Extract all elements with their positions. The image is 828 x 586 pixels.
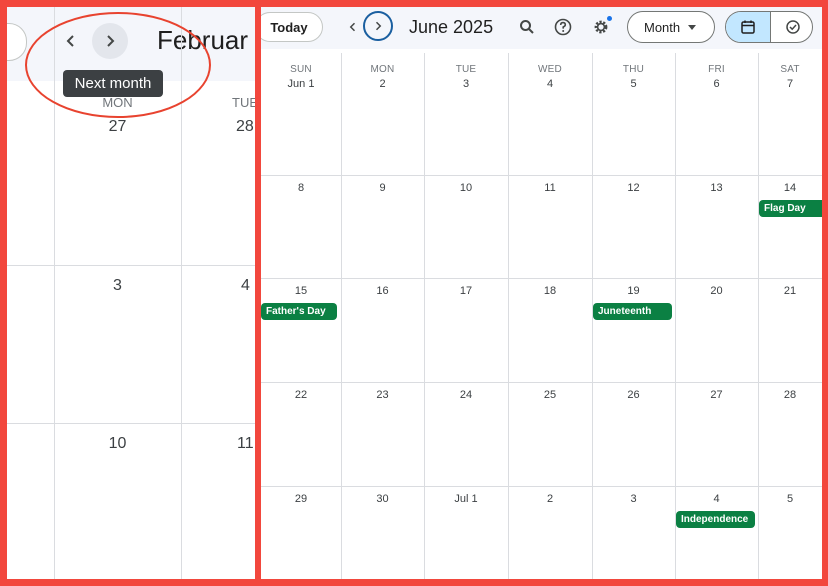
event-chip[interactable]: Flag Day	[759, 200, 822, 217]
app-switcher	[725, 11, 813, 43]
day-number[interactable]: 6	[675, 78, 758, 90]
day-number[interactable]: 7	[758, 78, 822, 90]
chevron-right-icon	[375, 21, 382, 31]
day-number[interactable]: 25	[508, 389, 592, 401]
day-number[interactable]: 28	[236, 118, 254, 136]
dow-label: THU	[622, 64, 645, 75]
dropdown-arrow-icon	[688, 25, 696, 30]
event-chip[interactable]: Independence	[676, 511, 755, 528]
prev-month-button[interactable]	[343, 17, 363, 37]
day-number[interactable]: 20	[675, 285, 758, 297]
day-number[interactable]: 14	[758, 182, 822, 194]
grid-line	[261, 175, 822, 176]
search-button[interactable]	[517, 17, 537, 37]
grid-line	[7, 423, 255, 424]
day-number[interactable]: 4	[508, 78, 592, 90]
day-number[interactable]: 4	[241, 277, 250, 295]
view-selector[interactable]: Month	[627, 11, 715, 43]
today-button[interactable]: Today	[261, 12, 323, 42]
dow-label: FRI	[708, 64, 725, 75]
day-number[interactable]: 8	[261, 182, 341, 194]
day-number[interactable]: 23	[341, 389, 424, 401]
grid-line	[261, 382, 822, 383]
settings-button[interactable]	[590, 16, 612, 37]
dow-label: SUN	[290, 64, 312, 75]
notification-dot	[607, 16, 612, 21]
right-calendar-panel: Today June 2025 Month SUN MON TUE WED THU FRI…	[261, 7, 822, 579]
day-number[interactable]: 21	[758, 285, 822, 297]
day-number[interactable]: Jun 1	[261, 78, 341, 90]
dow-label: MON	[370, 64, 395, 75]
day-number[interactable]: 24	[424, 389, 508, 401]
task-check-icon	[785, 20, 800, 34]
day-number[interactable]: 9	[341, 182, 424, 194]
day-number[interactable]: 2	[508, 493, 592, 505]
day-number[interactable]: 2	[341, 78, 424, 90]
day-number[interactable]: 11	[508, 182, 592, 194]
dow-label: TUE	[232, 95, 255, 110]
day-number[interactable]: 12	[592, 182, 675, 194]
day-number[interactable]: Jul 1	[424, 493, 508, 505]
dow-label: TUE	[455, 64, 477, 75]
help-button[interactable]	[553, 17, 573, 37]
dow-label: WED	[538, 64, 562, 75]
chevron-left-icon	[349, 22, 356, 32]
view-selector-label: Month	[644, 20, 681, 35]
search-icon	[520, 20, 534, 34]
calendar-view-button[interactable]	[726, 12, 770, 42]
day-number[interactable]: 13	[675, 182, 758, 194]
day-number[interactable]: 3	[424, 78, 508, 90]
day-number[interactable]: 28	[758, 389, 822, 401]
calendar-icon	[741, 20, 755, 34]
day-number[interactable]: 17	[424, 285, 508, 297]
day-number[interactable]: 19	[592, 285, 675, 297]
day-number[interactable]: 3	[592, 493, 675, 505]
month-title: June 2025	[409, 17, 494, 37]
annotation-ring	[25, 12, 211, 118]
day-number[interactable]: 22	[261, 389, 341, 401]
day-number[interactable]: 5	[758, 493, 822, 505]
day-number[interactable]: 27	[675, 389, 758, 401]
event-chip[interactable]: Father's Day	[261, 303, 337, 320]
day-number[interactable]: 10	[424, 182, 508, 194]
grid-line	[261, 278, 822, 279]
day-number[interactable]: 11	[237, 435, 254, 453]
day-number[interactable]: 29	[261, 493, 341, 505]
day-number[interactable]: 16	[341, 285, 424, 297]
day-number[interactable]: 4	[675, 493, 758, 505]
event-chip[interactable]: Juneteenth	[593, 303, 672, 320]
day-number[interactable]: 18	[508, 285, 592, 297]
dow-label: SAT	[780, 64, 800, 75]
grid-line	[7, 265, 255, 266]
day-number[interactable]: 27	[54, 118, 181, 136]
tasks-view-button[interactable]	[771, 12, 812, 42]
day-number[interactable]: 26	[592, 389, 675, 401]
help-icon	[554, 18, 572, 36]
left-calendar-panel: Februar Next month MON TUE 27 28 3 4 10 …	[7, 7, 255, 579]
day-number[interactable]: 3	[54, 277, 181, 295]
day-number[interactable]: 30	[341, 493, 424, 505]
grid-line	[261, 486, 822, 487]
day-number[interactable]: 15	[261, 285, 341, 297]
next-month-button[interactable]	[363, 11, 393, 41]
day-number[interactable]: 5	[592, 78, 675, 90]
day-number[interactable]: 10	[54, 435, 181, 453]
